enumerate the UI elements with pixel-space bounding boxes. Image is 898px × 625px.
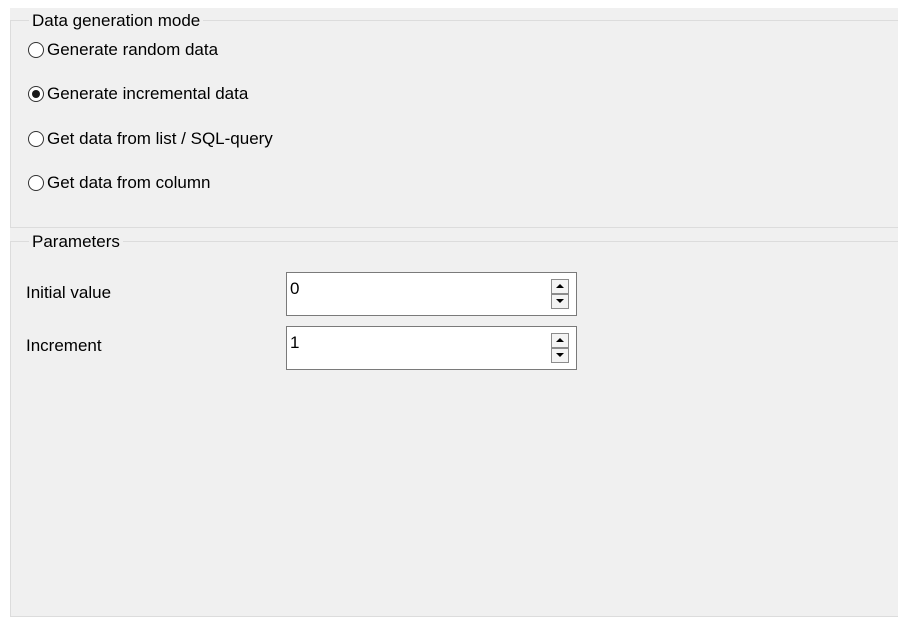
radio-circle[interactable]: [28, 86, 44, 102]
data-generation-panel: Data generation mode Generate random dat…: [10, 8, 898, 617]
radio-circle[interactable]: [28, 175, 44, 191]
data-generation-mode-group: Data generation mode Generate random dat…: [10, 12, 898, 228]
data-generation-mode-title: Data generation mode: [29, 12, 204, 30]
initial-value-input[interactable]: [290, 279, 530, 299]
increment-label: Increment: [26, 336, 102, 355]
initial-value-label: Initial value: [26, 283, 112, 302]
parameters-title: Parameters: [29, 233, 123, 251]
radio-circle[interactable]: [28, 42, 44, 58]
radio-label: Get data from list / SQL-query: [47, 129, 273, 148]
parameters-group: Parameters Initial value Increment: [10, 233, 898, 617]
initial-value-spinner[interactable]: [286, 272, 577, 316]
radio-generate-random[interactable]: Generate random data: [28, 38, 218, 62]
initial-value-increase-button[interactable]: [551, 279, 569, 294]
radio-label: Generate incremental data: [47, 84, 249, 103]
increment-decrease-button[interactable]: [551, 348, 569, 363]
down-arrow-icon: [556, 299, 564, 303]
radio-circle[interactable]: [28, 131, 44, 147]
radio-get-from-column[interactable]: Get data from column: [28, 171, 210, 195]
radio-generate-incremental[interactable]: Generate incremental data: [28, 82, 248, 106]
radio-label: Get data from column: [47, 173, 211, 192]
up-arrow-icon: [556, 284, 564, 288]
initial-value-decrease-button[interactable]: [551, 294, 569, 309]
increment-spin-buttons: [551, 333, 569, 363]
initial-value-spin-buttons: [551, 279, 569, 309]
radio-get-from-list-sql[interactable]: Get data from list / SQL-query: [28, 127, 273, 151]
up-arrow-icon: [556, 338, 564, 342]
down-arrow-icon: [556, 353, 564, 357]
increment-spinner[interactable]: [286, 326, 577, 370]
increment-input[interactable]: [290, 333, 530, 353]
increment-increase-button[interactable]: [551, 333, 569, 348]
radio-label: Generate random data: [47, 40, 219, 59]
